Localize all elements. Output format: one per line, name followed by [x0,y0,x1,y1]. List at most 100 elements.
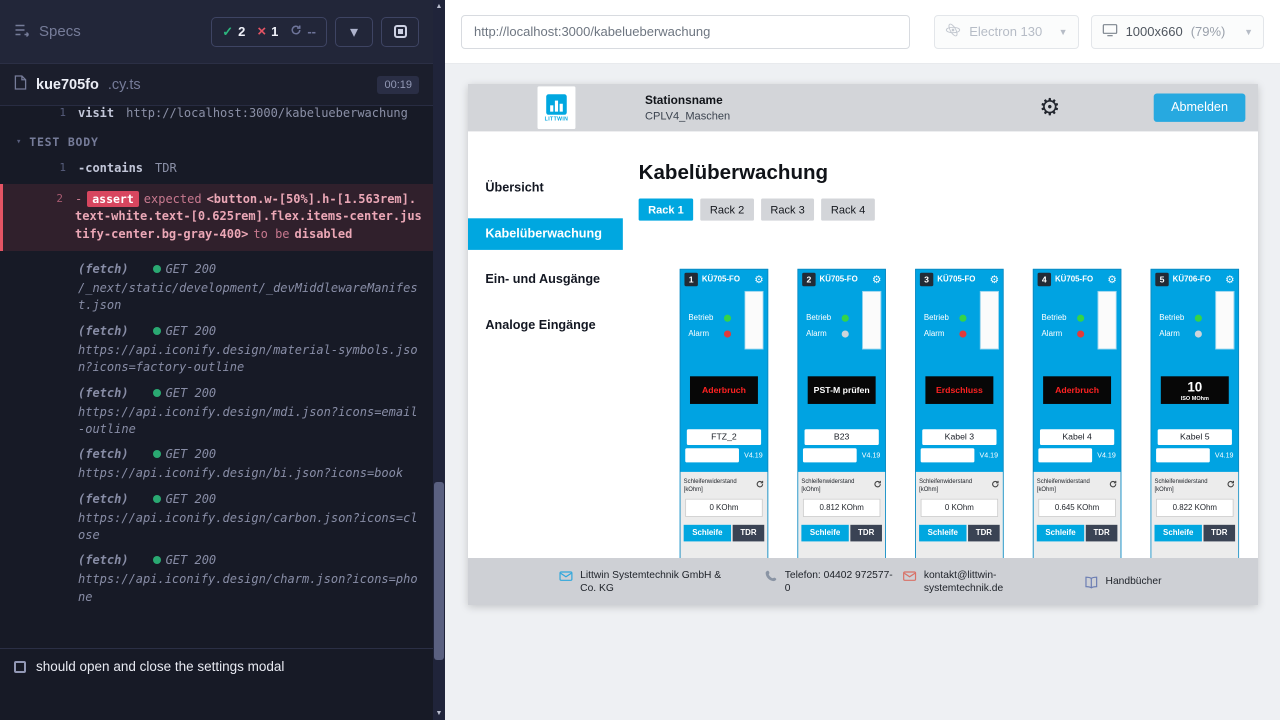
refresh-icon[interactable] [990,478,999,492]
stat-failed: × 1 [257,24,278,39]
status-ok-dot [153,495,161,503]
footer-manuals-link[interactable]: Handbücher [1084,574,1161,589]
app-sidebar: Übersicht Kabelüberwachung Ein- und Ausg… [468,131,623,558]
meter-strip [862,291,881,349]
tdr-button[interactable]: TDR [1085,524,1117,541]
cable-name: Kabel 5 [1157,429,1231,445]
fetch-url: https://api.iconify.design/material-symb… [78,342,423,377]
card-model-label: KÜ705-FO [937,275,975,284]
firmware-version: V4.19 [1097,451,1116,459]
spec-file-row[interactable]: kue705fo .cy.ts 00:19 [0,64,433,106]
refresh-icon[interactable] [755,478,764,492]
cable-name: FTZ_2 [686,429,760,445]
test-stats[interactable]: ✓ 2 × 1 -- [211,17,327,47]
version-field [1038,448,1092,462]
schleife-button[interactable]: Schleife [919,524,966,541]
sidebar-item-analoge-eingaenge[interactable]: Analoge Eingänge [468,310,623,342]
schleife-button[interactable]: Schleife [801,524,848,541]
sidebar-item-uebersicht[interactable]: Übersicht [468,172,623,204]
card-number-badge: 5 [1155,273,1168,286]
assert-text: expected [144,192,202,206]
card-gear-icon[interactable]: ⚙ [1107,274,1116,284]
contains-command-line[interactable]: 1 -containsTDR [0,156,433,181]
email-icon [902,569,916,583]
aut-canvas: LITTWIN Stationsname CPLV4_Maschen ⚙ Abm… [445,64,1280,720]
fetch-log-entry[interactable]: (fetch) GET 200 /_next/static/developmen… [0,255,433,317]
card-number-badge: 2 [802,273,815,286]
next-test-row[interactable]: should open and close the settings modal [0,648,433,720]
status-display: Erdschluss [925,376,993,404]
version-field [802,448,856,462]
card-gear-icon[interactable]: ⚙ [989,274,998,284]
sidebar-item-ein-und-ausgaenge[interactable]: Ein- und Ausgänge [468,264,623,296]
fetch-log-entry[interactable]: (fetch) GET 200 https://api.iconify.desi… [0,440,433,484]
status-ok-dot [153,450,161,458]
betrieb-label: Betrieb [1159,313,1184,322]
tab-rack-4[interactable]: Rack 4 [821,199,874,221]
collapse-reporter-button[interactable]: ▾ [335,17,373,47]
stop-run-button[interactable] [381,17,419,47]
card-gear-icon[interactable]: ⚙ [754,274,763,284]
command-name: visit [78,106,114,120]
schleife-button[interactable]: Schleife [683,524,730,541]
settings-gear-icon[interactable]: ⚙ [1039,96,1060,120]
viewport-icon [1102,23,1118,40]
command-arg: http://localhost:3000/kabelueberwachung [126,106,408,120]
command-log: 1 visithttp://localhost:3000/kabelueberw… [0,106,433,648]
url-input[interactable]: http://localhost:3000/kabelueberwachung [461,15,910,49]
reporter-scrollbar[interactable]: ▲ ▼ [433,0,445,720]
scroll-down-arrow[interactable]: ▼ [433,710,445,717]
chevron-down-icon: ▼ [1244,27,1253,37]
failed-assert-line[interactable]: 2 -assertexpected<button.w-[50%].h-[1.56… [0,184,433,251]
spec-extension: .cy.ts [108,77,141,93]
card-model-label: KÜ705-FO [1054,275,1092,284]
fetch-url: https://api.iconify.design/charm.json?ic… [78,571,423,606]
fetch-log-entry[interactable]: (fetch) GET 200 https://api.iconify.desi… [0,379,433,441]
visit-command-line[interactable]: 1 visithttp://localhost:3000/kabelueberw… [0,106,433,126]
schleife-button[interactable]: Schleife [1154,524,1201,541]
sidebar-item-kabelueberwachung[interactable]: Kabelüberwachung [468,218,623,250]
alarm-label: Alarm [1041,329,1062,338]
fetch-url: https://api.iconify.design/bi.json?icons… [78,465,423,482]
test-body-section[interactable]: ▾ TEST BODY [0,126,433,156]
loop-resistance-value: 0.645 KOhm [1038,498,1115,516]
schleife-button[interactable]: Schleife [1036,524,1083,541]
tab-rack-1[interactable]: Rack 1 [638,199,693,221]
stat-passed: ✓ 2 [222,24,245,40]
footer-email[interactable]: kontakt@littwin-systemtechnik.de [902,568,1084,595]
fetch-log-entry[interactable]: (fetch) GET 200 https://api.iconify.desi… [0,546,433,608]
alarm-lamp [1077,330,1084,337]
scroll-up-arrow[interactable]: ▲ [433,3,445,10]
tdr-button[interactable]: TDR [968,524,1000,541]
logout-button[interactable]: Abmelden [1153,93,1245,121]
status-ok-dot [153,389,161,397]
card-model-label: KÜ706-FO [1172,275,1210,284]
specs-menu-button[interactable]: Specs [14,22,81,42]
card-gear-icon[interactable]: ⚙ [871,274,880,284]
card-gear-icon[interactable]: ⚙ [1225,274,1234,284]
spec-file-icon [14,75,27,95]
main-content: Kabelüberwachung Rack 1 Rack 2 Rack 3 Ra… [622,131,1257,558]
scrollbar-thumb[interactable] [434,482,444,660]
version-field [1156,448,1210,462]
tdr-button[interactable]: TDR [1203,524,1235,541]
viewport-select[interactable]: 1000x660 (79%) ▼ [1091,15,1264,49]
browser-select[interactable]: Electron 130 ▼ [934,15,1078,49]
betrieb-lamp [1194,314,1201,321]
email-icon [558,569,572,583]
tdr-button[interactable]: TDR [850,524,882,541]
refresh-icon[interactable] [1108,478,1117,492]
tab-rack-3[interactable]: Rack 3 [760,199,813,221]
fetch-log-entry[interactable]: (fetch) GET 200 https://api.iconify.desi… [0,485,433,547]
refresh-icon[interactable] [1226,478,1235,492]
status-text: Aderbruch [1055,385,1099,394]
refresh-icon[interactable] [873,478,882,492]
device-cards: 1 KÜ705-FO ⚙ Betrieb Alarm [638,269,1257,558]
device-card-4: 4 KÜ705-FO ⚙ Betrieb Alarm [1032,269,1120,558]
device-card-1: 1 KÜ705-FO ⚙ Betrieb Alarm [679,269,767,558]
tab-rack-2[interactable]: Rack 2 [700,199,753,221]
refresh-circle-icon [290,24,302,39]
status-display: Aderbruch [689,376,757,404]
fetch-log-entry[interactable]: (fetch) GET 200 https://api.iconify.desi… [0,317,433,379]
tdr-button[interactable]: TDR [732,524,764,541]
